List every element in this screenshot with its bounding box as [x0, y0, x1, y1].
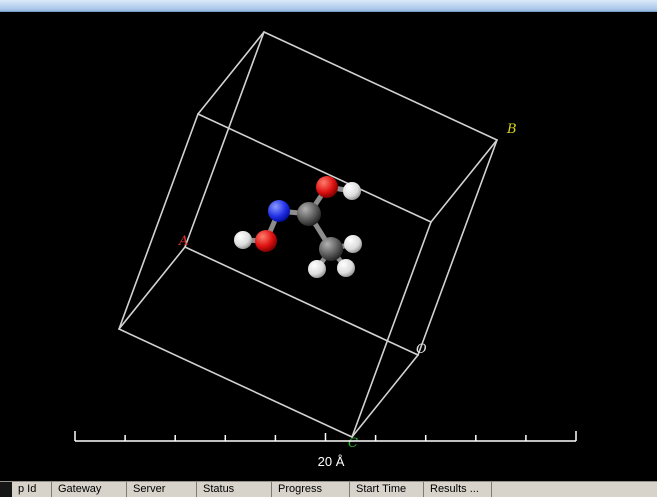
application-window: A B C O 20 Å p Id Gateway Server Status Progress…	[0, 0, 657, 497]
unit-cell-edge	[263, 31, 498, 141]
atom-C	[319, 237, 343, 261]
molecule-viewport[interactable]: A B C O 20 Å	[0, 12, 657, 481]
job-column-header[interactable]: Server	[127, 482, 197, 497]
job-column-header[interactable]: p Id	[12, 482, 52, 497]
unit-cell-edge	[118, 328, 353, 438]
corner-icon	[0, 482, 12, 497]
atom-H	[344, 235, 362, 253]
atom-H	[343, 182, 361, 200]
unit-cell-edge	[351, 354, 419, 438]
unit-cell-edge	[118, 246, 186, 330]
axis-label-B: B	[506, 122, 517, 137]
job-table-header: p Id Gateway Server Status Progress Start Tim…	[0, 481, 657, 497]
job-table-header-row: p Id Gateway Server Status Progress Start Tim…	[12, 482, 657, 497]
unit-cell-edge	[184, 246, 419, 356]
job-column-header[interactable]: Status	[197, 482, 272, 497]
unit-cell-edge	[430, 139, 498, 223]
atom-N	[268, 200, 290, 222]
axis-label-C: C	[348, 436, 358, 451]
atom-H	[337, 259, 355, 277]
atom-O	[255, 230, 277, 252]
unit-cell-edge	[118, 113, 199, 330]
scale-bar-label: 20 Å	[318, 454, 345, 469]
job-column-header[interactable]: Progress	[272, 482, 350, 497]
unit-cell-edge	[417, 139, 498, 356]
window-titlebar[interactable]	[0, 0, 657, 12]
job-column-header[interactable]: Results ...	[424, 482, 492, 497]
unit-cell-edge	[197, 31, 265, 115]
job-column-header[interactable]: Start Time	[350, 482, 424, 497]
atom-H	[308, 260, 326, 278]
job-column-header[interactable]: Gateway	[52, 482, 127, 497]
viewer-area[interactable]: A B C O 20 Å	[0, 12, 657, 481]
atom-O	[316, 176, 338, 198]
atom-H	[234, 231, 252, 249]
axis-label-O: O	[416, 342, 427, 357]
axis-label-A: A	[178, 234, 188, 249]
atom-C	[297, 202, 321, 226]
